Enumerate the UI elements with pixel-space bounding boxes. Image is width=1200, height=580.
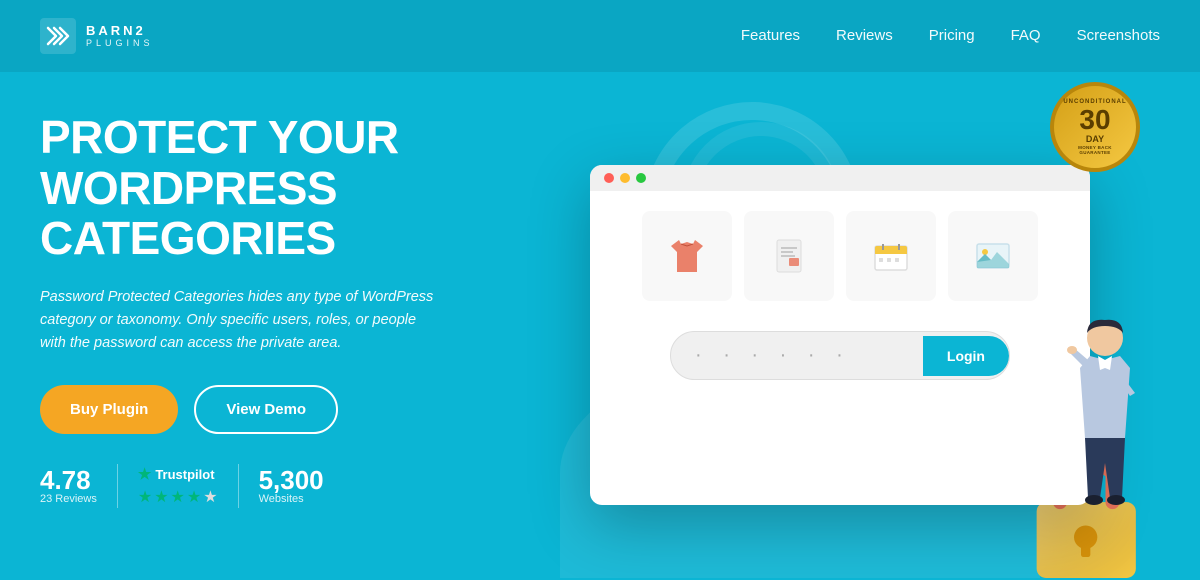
product-card-calendar — [846, 211, 936, 301]
money-back-badge: UNCONDITIONAL 30 DAY MONEY BACKGUARANTEE — [1050, 82, 1140, 172]
product-card-image — [948, 211, 1038, 301]
browser-content: · · · · · · Login — [590, 191, 1090, 400]
hero-buttons: Buy Plugin View Demo — [40, 385, 520, 434]
nav-pricing[interactable]: Pricing — [929, 27, 975, 44]
browser-dot-green — [636, 173, 646, 183]
nav-reviews[interactable]: Reviews — [836, 27, 893, 44]
browser-mockup: · · · · · · Login — [590, 165, 1090, 505]
trustpilot-star-icon: ★ — [138, 465, 151, 483]
logo-icon — [40, 18, 76, 54]
document-icon — [763, 230, 815, 282]
person-figure — [1030, 298, 1150, 578]
stat-divider-1 — [117, 464, 118, 508]
star-5: ★ — [203, 487, 217, 507]
hero-stats: 4.78 23 Reviews ★ Trustpilot ★ ★ ★ ★ ★ — [40, 464, 520, 508]
rating-block: 4.78 23 Reviews — [40, 467, 97, 505]
product-card-doc — [744, 211, 834, 301]
brand-subtitle: PLUGINS — [86, 38, 154, 49]
websites-label: Websites — [259, 493, 324, 505]
star-4: ★ — [187, 487, 201, 507]
hero-left: PROTECT YOUR WORDPRESS CATEGORIES Passwo… — [40, 72, 520, 578]
browser-dot-red — [604, 173, 614, 183]
trustpilot-logo: ★ Trustpilot — [138, 465, 218, 483]
nav-features[interactable]: Features — [741, 27, 800, 44]
product-icons-row — [614, 211, 1066, 301]
badge-number: 30 — [1079, 106, 1110, 134]
star-row: ★ ★ ★ ★ ★ — [138, 487, 218, 507]
star-2: ★ — [154, 487, 168, 507]
password-dots: · · · · · · — [671, 332, 923, 379]
star-1: ★ — [138, 487, 152, 507]
hero-section: PROTECT YOUR WORDPRESS CATEGORIES Passwo… — [0, 72, 1200, 578]
brand-name: BARN2 — [86, 23, 154, 39]
rating-reviews: 23 Reviews — [40, 493, 97, 505]
navbar: BARN2 PLUGINS Features Reviews Pricing F… — [0, 0, 1200, 72]
badge-bottom-text: MONEY BACKGUARANTEE — [1078, 145, 1112, 155]
trustpilot-label: Trustpilot — [155, 467, 214, 482]
badge-day-text: DAY — [1086, 134, 1104, 144]
websites-count: 5,300 — [259, 467, 324, 493]
calendar-icon — [865, 230, 917, 282]
hero-right: UNCONDITIONAL 30 DAY MONEY BACKGUARANTEE — [520, 72, 1160, 578]
nav-faq[interactable]: FAQ — [1011, 27, 1041, 44]
star-3: ★ — [171, 487, 185, 507]
trustpilot-block: ★ Trustpilot ★ ★ ★ ★ ★ — [138, 465, 218, 507]
image-icon — [967, 230, 1019, 282]
browser-dot-yellow — [620, 173, 630, 183]
nav-screenshots[interactable]: Screenshots — [1077, 27, 1160, 44]
product-card-shirt — [642, 211, 732, 301]
password-row: · · · · · · Login — [614, 331, 1066, 380]
shirt-icon — [661, 230, 713, 282]
logo[interactable]: BARN2 PLUGINS — [40, 18, 154, 54]
browser-bar — [590, 165, 1090, 191]
stat-divider-2 — [238, 464, 239, 508]
rating-score: 4.78 — [40, 467, 97, 493]
nav-links: Features Reviews Pricing FAQ Screenshots — [741, 27, 1160, 45]
hero-description: Password Protected Categories hides any … — [40, 286, 440, 356]
login-button[interactable]: Login — [923, 336, 1009, 376]
websites-block: 5,300 Websites — [259, 467, 324, 505]
hero-title: PROTECT YOUR WORDPRESS CATEGORIES — [40, 112, 520, 264]
view-demo-button[interactable]: View Demo — [194, 385, 338, 434]
buy-plugin-button[interactable]: Buy Plugin — [40, 385, 178, 434]
